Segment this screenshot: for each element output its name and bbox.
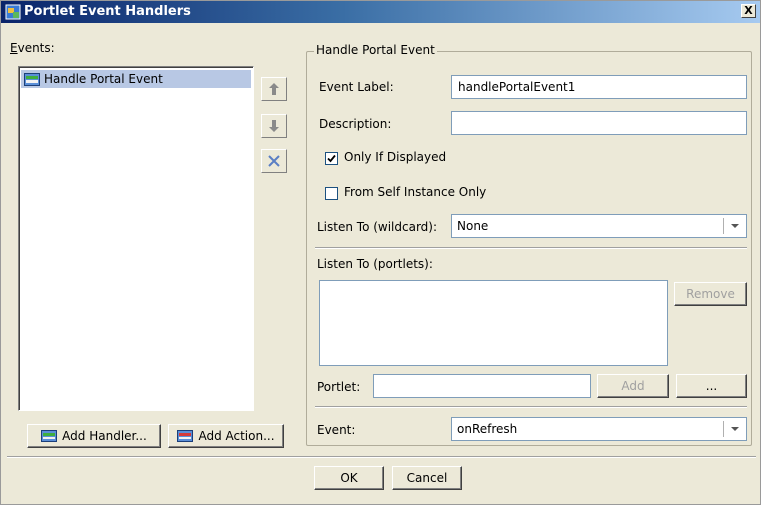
add-button[interactable]: Add [597,374,669,398]
add-action-label: Add Action... [198,429,275,443]
description-field[interactable] [451,111,747,135]
up-arrow-icon [269,83,279,95]
event-label-label: Event Label: [319,80,394,94]
delete-button[interactable] [261,149,287,173]
add-action-icon [177,430,194,442]
event-select[interactable]: onRefresh [451,417,747,441]
close-icon: X [744,4,753,17]
browse-button[interactable]: ... [676,374,747,398]
handler-icon [24,72,40,86]
move-down-button[interactable] [261,114,287,138]
list-item[interactable]: Handle Portal Event [21,70,251,88]
add-handler-label: Add Handler... [62,429,147,443]
event-label: Event: [317,423,356,437]
list-item-label: Handle Portal Event [44,72,163,86]
chevron-down-icon[interactable] [731,224,739,228]
move-up-button[interactable] [261,77,287,101]
portlets-list[interactable] [319,280,668,366]
title-bar[interactable]: Portlet Event Handlers X [1,1,760,23]
portlet-app-icon [5,4,21,20]
ok-button[interactable]: OK [314,466,384,490]
cancel-button[interactable]: Cancel [392,466,462,490]
delete-x-icon [268,155,280,167]
events-label: Events: [10,41,55,55]
event-label-field[interactable]: handlePortalEvent1 [451,75,747,99]
close-button[interactable]: X [741,4,756,18]
combo-separator [723,421,724,437]
add-handler-button[interactable]: Add Handler... [27,424,161,448]
from-self-instance-label[interactable]: From Self Instance Only [344,185,486,199]
portlet-label: Portlet: [317,380,361,394]
listen-wildcard-select[interactable]: None [451,214,747,238]
only-if-displayed-label[interactable]: Only If Displayed [344,150,446,164]
add-action-button[interactable]: Add Action... [168,424,284,448]
footer-divider [7,456,756,458]
only-if-displayed-checkbox[interactable] [325,152,338,165]
portlet-field[interactable] [373,374,591,398]
divider [315,247,747,249]
listen-wildcard-label: Listen To (wildcard): [317,220,438,234]
events-label-text: vents: [17,41,55,55]
window-title: Portlet Event Handlers [24,4,191,19]
group-title: Handle Portal Event [314,43,437,57]
chevron-down-icon[interactable] [731,427,739,431]
event-value: onRefresh [457,422,518,436]
divider [315,406,747,408]
add-handler-icon [41,430,58,442]
combo-separator [723,218,724,234]
checkmark-icon [327,154,336,163]
description-label: Description: [319,117,392,131]
down-arrow-icon [269,120,279,132]
listen-portlets-label: Listen To (portlets): [317,257,433,271]
dialog-window: Portlet Event Handlers X Events: Handle … [0,0,761,505]
events-list[interactable]: Handle Portal Event [18,66,254,411]
remove-button[interactable]: Remove [674,282,747,306]
listen-wildcard-value: None [457,219,489,233]
from-self-instance-checkbox[interactable] [325,187,338,200]
